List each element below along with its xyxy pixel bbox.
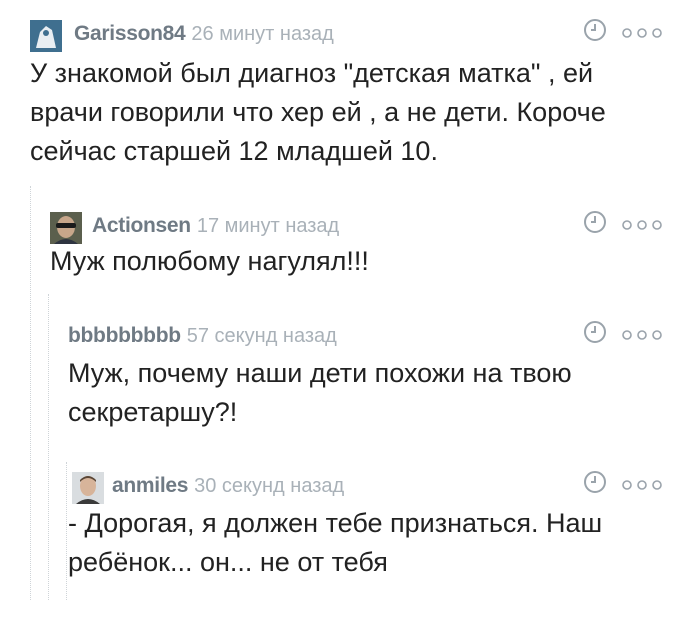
more-options-icon[interactable] [620, 218, 664, 232]
clock-icon[interactable] [583, 18, 607, 42]
comment: Actionsen 17 минут назад Муж полюбому наг… [50, 210, 670, 280]
comment-header: bbbbbbbbb 57 секунд назад [68, 320, 670, 352]
comment-header: anmiles 30 секунд назад [68, 470, 670, 504]
more-options-icon[interactable] [620, 26, 664, 40]
comment-time: 26 минут назад [191, 23, 334, 45]
more-options-icon[interactable] [620, 328, 664, 342]
author-name[interactable]: bbbbbbbbb [68, 324, 181, 347]
comment-author[interactable]: Garisson84 26 минут назад [74, 22, 334, 46]
author-name[interactable]: Actionsen [92, 214, 191, 237]
thread-line-level-2 [48, 294, 49, 600]
comment: bbbbbbbbb 57 секунд назад Муж, почему наш… [68, 320, 670, 430]
comment-text: У знакомой был диагноз "детская матка" ,… [30, 58, 614, 166]
avatar[interactable] [30, 20, 62, 52]
comment-time: 57 секунд назад [186, 325, 337, 347]
clock-icon[interactable] [583, 470, 607, 494]
author-name[interactable]: anmiles [112, 474, 188, 497]
comment-header: Actionsen 17 минут назад [50, 210, 670, 244]
avatar[interactable] [50, 212, 82, 244]
avatar[interactable] [72, 472, 104, 504]
comment: Garisson84 26 минут назад У знакомой был … [30, 18, 670, 168]
comment-header: Garisson84 26 минут назад [30, 18, 670, 52]
comment-author[interactable]: anmiles 30 секунд назад [112, 474, 344, 498]
comment-text: Муж, почему наши дети похожи на твою сек… [68, 358, 580, 427]
clock-icon[interactable] [583, 210, 607, 234]
comment-author[interactable]: bbbbbbbbb 57 секунд назад [68, 324, 337, 348]
clock-icon[interactable] [583, 320, 607, 344]
comment-time: 30 секунд назад [194, 475, 345, 497]
comment-time: 17 минут назад [196, 215, 340, 237]
comment-text: - Дорогая, я должен тебе признаться. Наш… [68, 508, 610, 577]
more-options-icon[interactable] [620, 478, 664, 492]
author-name[interactable]: Garisson84 [74, 22, 186, 45]
thread-line-level-3 [66, 462, 67, 600]
comment-text: Муж полюбому нагулял!!! [50, 246, 369, 276]
thread-line-level-1 [30, 186, 31, 600]
comment: anmiles 30 секунд назад - Дорогая, я долж… [68, 470, 670, 580]
comment-author[interactable]: Actionsen 17 минут назад [92, 214, 339, 238]
